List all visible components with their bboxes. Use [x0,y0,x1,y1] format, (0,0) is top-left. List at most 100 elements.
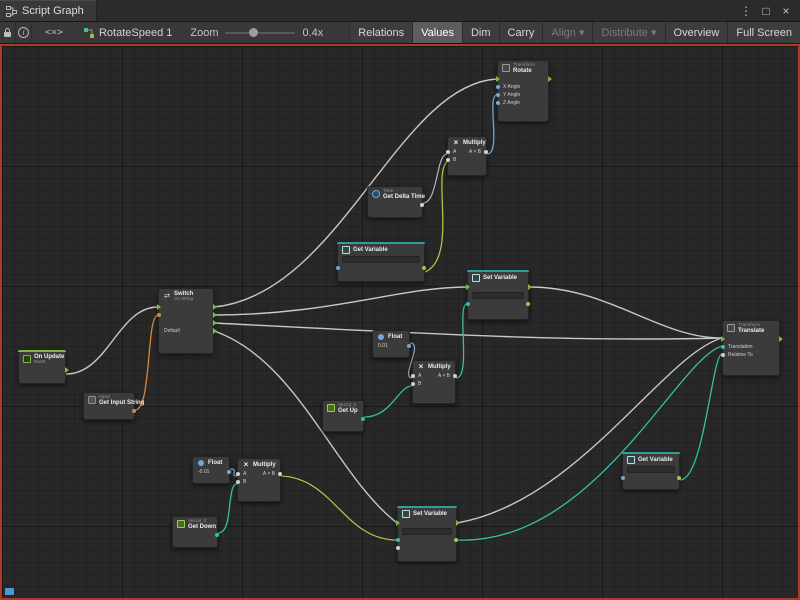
flow-port[interactable] [466,284,470,290]
lock-button[interactable] [0,22,16,43]
data-port[interactable] [677,476,681,480]
data-port[interactable] [484,150,488,154]
node-get-variable-top[interactable]: Get Variable [337,242,425,282]
node-multiply-top[interactable]: ×MultiplyAA × BB [447,136,487,176]
toolbar-button-values[interactable]: Values [412,22,462,43]
flow-port[interactable] [456,520,460,526]
node-float-down[interactable]: Float-0.01 [192,456,230,484]
node-port-row: Y Angle [498,91,548,99]
data-port[interactable] [157,313,161,317]
toolbar-button-overview[interactable]: Overview [665,22,728,43]
flow-port[interactable] [213,312,217,318]
node-port-row [498,75,548,83]
graph-breadcrumb[interactable]: RotateSpeed 1 [74,22,182,43]
node-get-delta-time[interactable]: TimeGet Delta Time [367,186,423,218]
data-port[interactable] [526,302,530,306]
node-port-row [84,407,134,415]
node-multiply-bot[interactable]: ×MultiplyAA × BB [237,458,281,502]
cube-icon [342,246,350,254]
node-switch-on-string[interactable]: ⇄SwitchOn StringDefault [158,288,214,354]
data-port[interactable] [453,374,457,378]
data-port[interactable] [215,533,219,537]
data-port[interactable] [132,409,136,413]
node-on-update[interactable]: On UpdateEvent [18,350,66,384]
node-port-row: B [238,478,280,486]
port-label: A × B [469,149,481,155]
data-port[interactable] [496,93,500,97]
zoom-slider-handle[interactable] [249,28,258,37]
data-port[interactable] [621,476,625,480]
data-port[interactable] [446,150,450,154]
flow-port[interactable] [157,304,161,310]
data-port[interactable] [422,266,426,270]
node-set-variable-bot[interactable]: Set Variable [397,506,457,562]
node-header: Set Variable [398,508,456,519]
flow-port[interactable] [528,284,532,290]
node-multiply-mid[interactable]: ×MultiplyAA × BB [412,360,456,404]
port-label: Translation [728,344,753,350]
flow-port[interactable] [548,76,552,82]
data-port[interactable] [396,538,400,542]
data-port[interactable] [420,203,424,207]
data-port[interactable] [721,345,725,349]
node-title: Get Variable [638,457,673,463]
data-port[interactable] [396,546,400,550]
data-port[interactable] [278,472,282,476]
node-set-variable-mid[interactable]: Set Variable [467,270,529,320]
data-port[interactable] [721,353,725,357]
data-port[interactable] [407,344,411,348]
toolbar-button-dim[interactable]: Dim [462,22,499,43]
data-port[interactable] [227,470,231,474]
variable-name-field[interactable] [342,256,420,263]
data-port[interactable] [466,302,470,306]
switch-icon: ⇄ [163,292,171,300]
flow-port[interactable] [779,336,783,342]
variable-name-field[interactable] [627,466,675,473]
node-header: InputGet Input String [84,393,134,407]
data-port[interactable] [411,382,415,386]
data-port[interactable] [361,417,365,421]
clipped-node-fragment[interactable] [5,588,14,595]
node-title: Get Up [338,408,358,414]
zoom-slider[interactable] [225,32,295,34]
node-rotate[interactable]: TransformRotateX AngleY AngleZ Angle [497,60,549,122]
port-label: B [243,479,246,485]
data-port[interactable] [411,374,415,378]
flow-port[interactable] [213,328,217,334]
node-vector3-get-down[interactable]: Vector 3Get Down [172,516,218,548]
info-icon: i [18,27,29,38]
toolbar-button-relations[interactable]: Relations [349,22,412,43]
code-view-button[interactable]: <×> [32,22,58,43]
data-port[interactable] [236,480,240,484]
data-port[interactable] [446,158,450,162]
toolbar-button-full-screen[interactable]: Full Screen [727,22,800,43]
node-get-variable-right[interactable]: Get Variable [622,452,680,490]
node-port-row [159,303,213,311]
variable-name-field[interactable] [402,528,452,535]
tab-script-graph[interactable]: Script Graph [0,0,97,21]
menu-icon[interactable]: ⋮ [736,0,756,22]
variable-name-field[interactable] [472,292,524,299]
zoom-control: Zoom 0.4x [182,22,331,43]
flow-port[interactable] [213,304,217,310]
info-button[interactable]: i [16,22,32,43]
node-translate[interactable]: TransformTranslateTranslationRelative To [722,320,780,376]
node-float-up[interactable]: Float0.01 [372,330,410,358]
flow-port[interactable] [496,76,500,82]
data-port[interactable] [236,472,240,476]
flow-port[interactable] [65,367,69,373]
data-port[interactable] [454,538,458,542]
node-get-input-string[interactable]: InputGet Input String [83,392,135,420]
flow-port[interactable] [396,520,400,526]
maximize-icon[interactable]: □ [756,0,776,22]
flow-port[interactable] [213,320,217,326]
toolbar-button-carry[interactable]: Carry [499,22,543,43]
data-port[interactable] [496,101,500,105]
data-port[interactable] [496,85,500,89]
node-header: Get Variable [623,454,679,465]
port-label: Relative To [728,352,753,358]
node-vector3-get-up[interactable]: Vector 3Get Up [322,400,364,432]
flow-port[interactable] [721,336,725,342]
close-icon[interactable]: × [776,0,796,22]
data-port[interactable] [336,266,340,270]
